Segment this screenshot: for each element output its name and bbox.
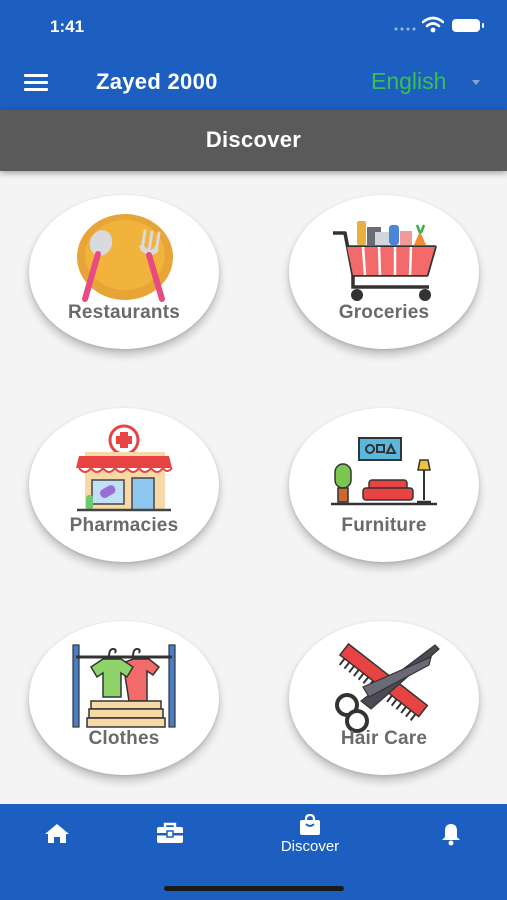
home-icon	[45, 824, 69, 843]
section-title: Discover	[205, 127, 302, 152]
nav-discover-label: Discover	[280, 838, 340, 855]
category-label: Restaurants	[67, 302, 181, 323]
category-label: Furniture	[341, 515, 427, 536]
bell-icon	[442, 824, 460, 846]
category-restaurants[interactable]: Restaurants	[29, 195, 219, 349]
shopping-bag-icon	[300, 814, 320, 835]
app-title: Zayed 2000	[96, 69, 218, 94]
wifi-icon	[422, 16, 444, 33]
shopping-cart-icon	[333, 221, 437, 301]
nav-discover[interactable]: Discover	[260, 804, 360, 874]
status-bar: 1:41	[0, 0, 507, 56]
hamburger-menu-icon[interactable]	[24, 71, 50, 95]
restaurant-plate-icon	[77, 214, 173, 302]
category-label: Hair Care	[340, 728, 428, 749]
category-label: Pharmacies	[69, 515, 179, 536]
bottom-nav: Discover	[0, 804, 507, 900]
nav-notifications[interactable]	[420, 804, 480, 874]
category-label: Clothes	[88, 728, 160, 749]
section-header: Discover	[0, 110, 507, 171]
signal-icon	[394, 27, 416, 31]
nav-toolbox[interactable]	[140, 804, 200, 874]
living-room-icon	[331, 437, 437, 506]
scissors-comb-icon	[335, 642, 440, 733]
category-hair-care[interactable]: Hair Care	[289, 621, 479, 775]
nav-home[interactable]	[28, 804, 88, 874]
category-label: Groceries	[338, 302, 430, 323]
clothes-rack-icon	[72, 644, 176, 728]
category-furniture[interactable]: Furniture	[289, 408, 479, 562]
language-label: English	[371, 68, 447, 94]
language-selector[interactable]: English	[371, 68, 480, 98]
status-time: 1:41	[50, 17, 85, 36]
battery-icon	[452, 19, 484, 32]
app-bar: Zayed 2000 English	[0, 56, 507, 110]
home-indicator	[164, 886, 344, 891]
toolbox-icon	[157, 822, 183, 843]
category-pharmacies[interactable]: Pharmacies	[29, 408, 219, 562]
category-clothes[interactable]: Clothes	[29, 621, 219, 775]
caret-down-icon	[472, 80, 480, 85]
category-groceries[interactable]: Groceries	[289, 195, 479, 349]
pharmacy-store-icon	[76, 424, 173, 512]
